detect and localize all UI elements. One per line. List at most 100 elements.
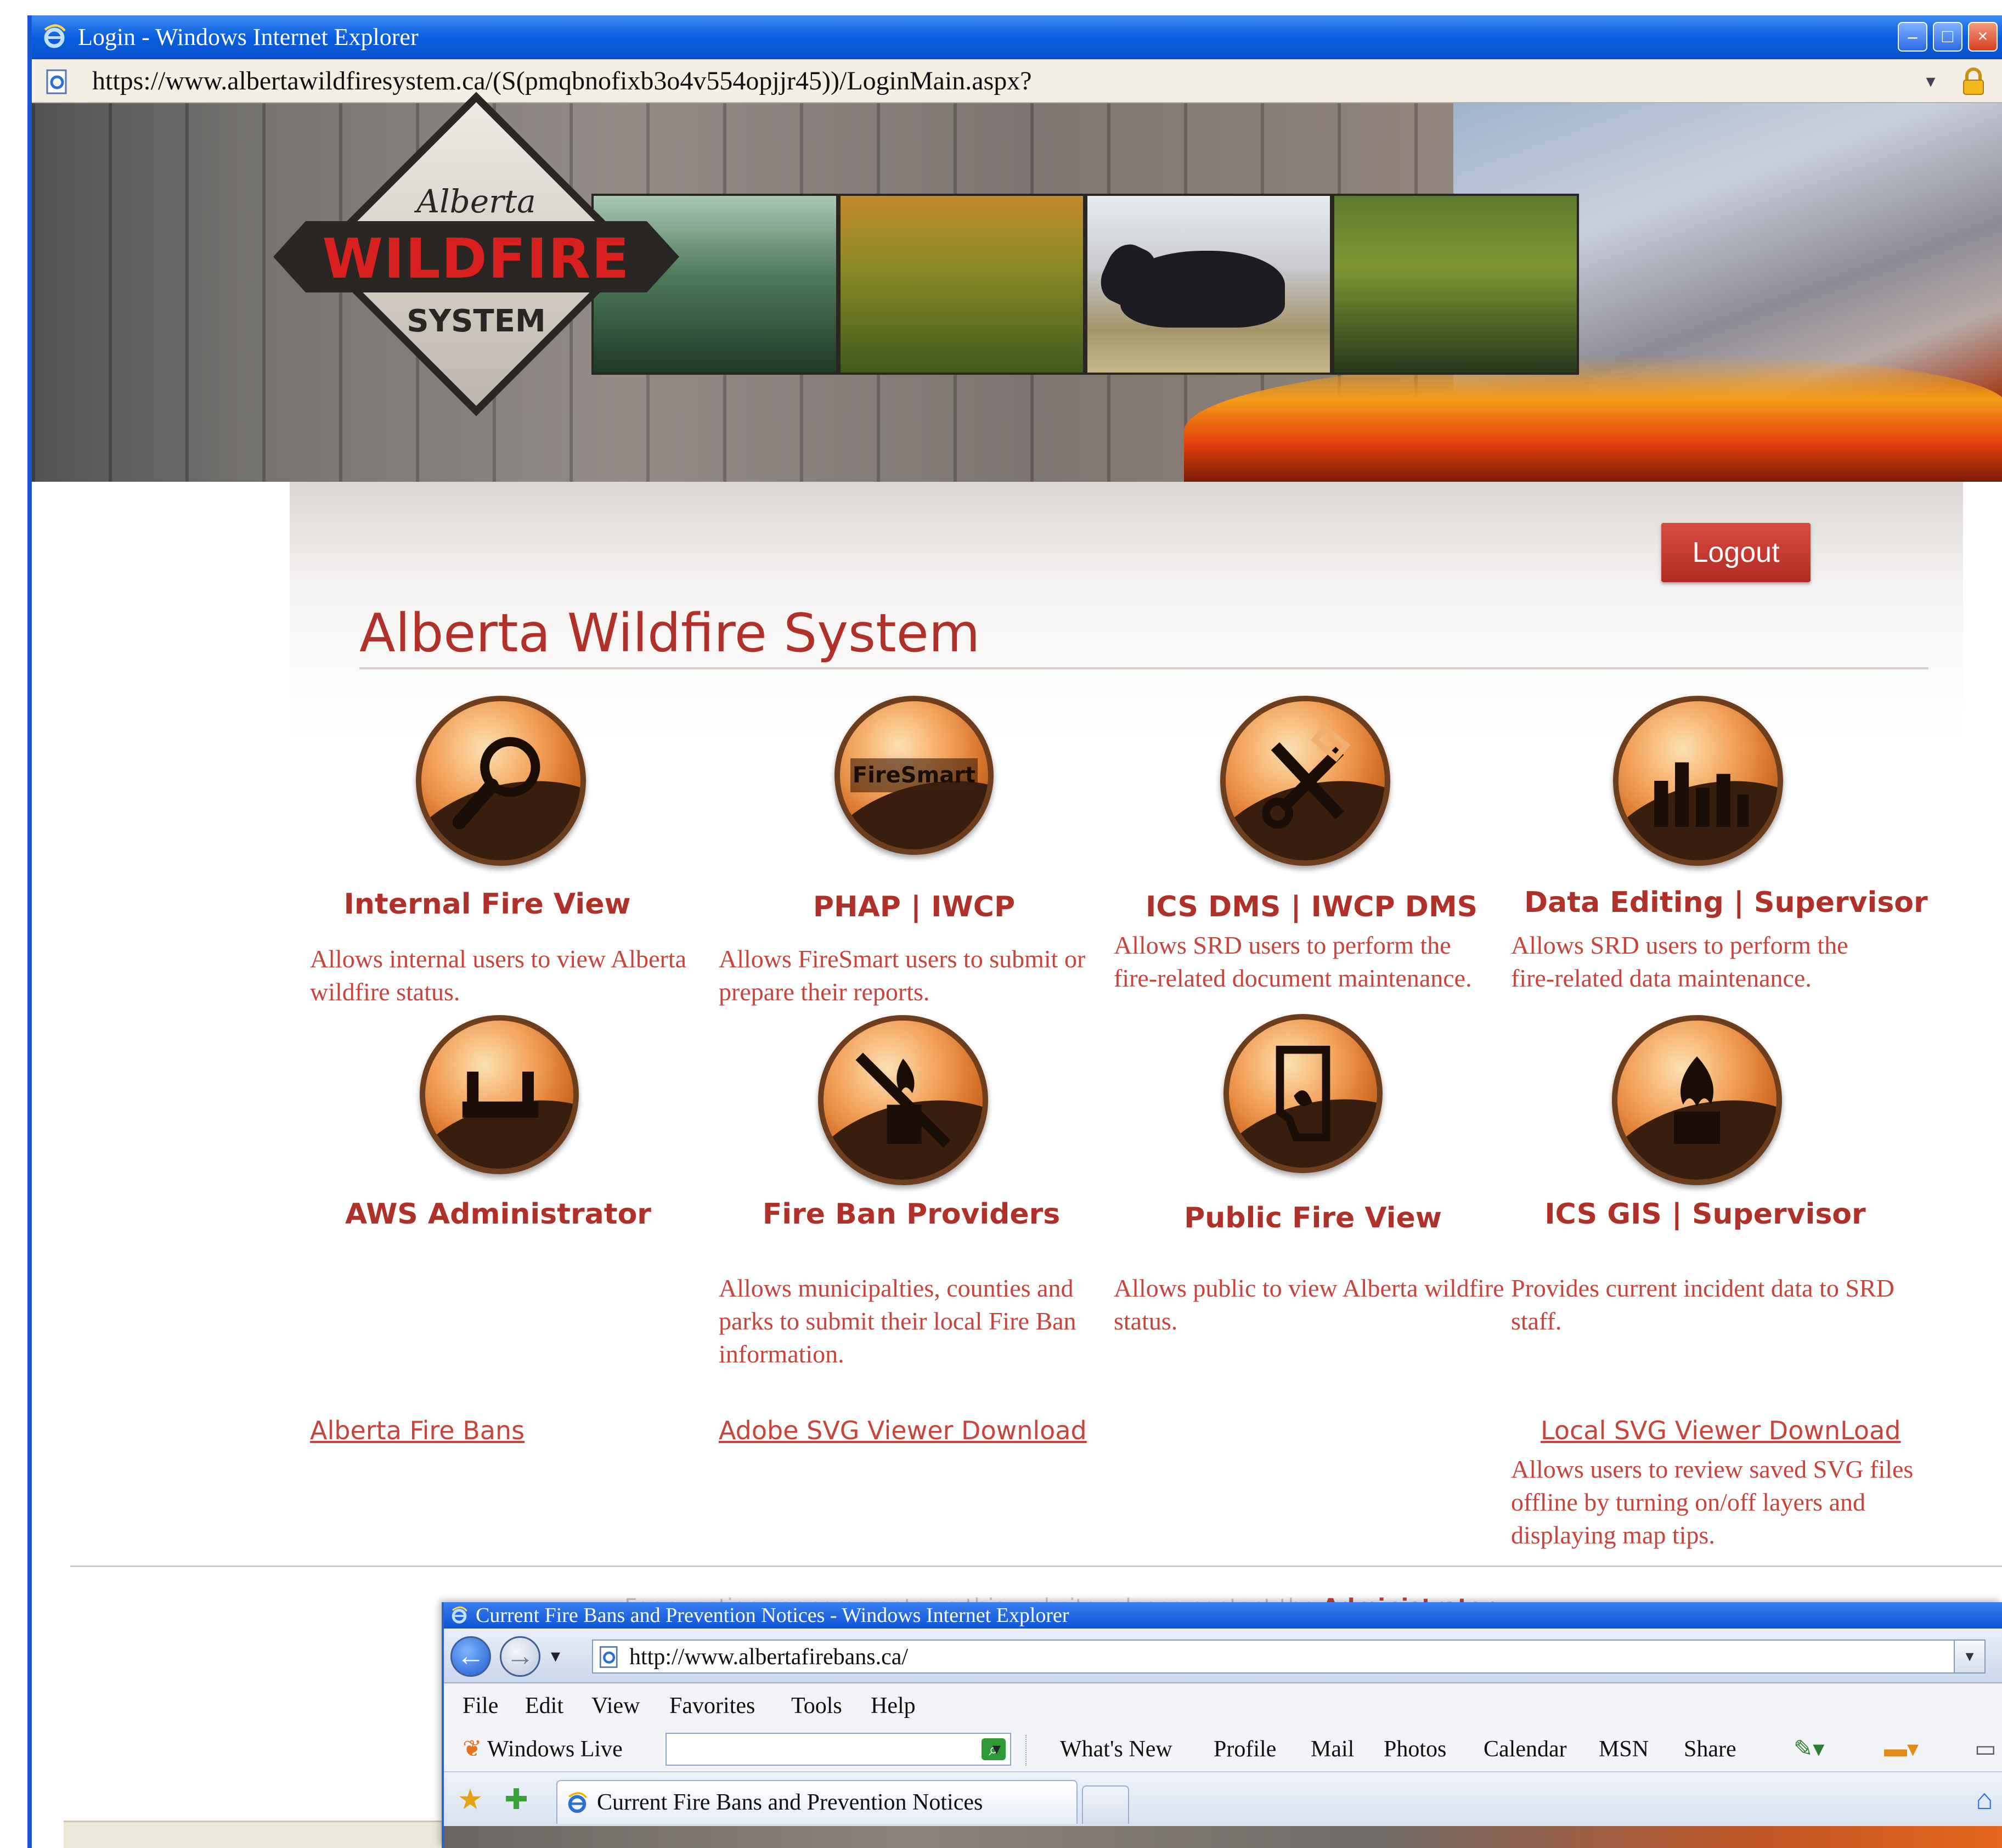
ie-icon: [568, 1792, 588, 1813]
home-icon[interactable]: ⌂: [1969, 1784, 2000, 1815]
page-icon: [599, 1646, 618, 1668]
login-window-titlebar[interactable]: Login - Windows Internet Explorer – □ ×: [32, 15, 2002, 59]
navigation-bar: ← → ▾ http://www.albertafirebans.ca/ ▾: [444, 1629, 2002, 1683]
local-svg-viewer-link[interactable]: Local SVG Viewer DownLoad: [1541, 1416, 1901, 1445]
address-dropdown-icon[interactable]: ▾: [1954, 1641, 1984, 1672]
tile-desc-ics-gis: Provides current incident data to SRD st…: [1511, 1274, 1894, 1335]
tools-icon: [1262, 723, 1351, 829]
address-url[interactable]: http://www.albertafirebans.ca/: [629, 1641, 908, 1674]
live-link-photos[interactable]: Photos: [1384, 1727, 1446, 1771]
menu-view[interactable]: View: [591, 1684, 640, 1727]
moose-photo: [1085, 194, 1332, 375]
minimize-button[interactable]: –: [1898, 22, 1927, 52]
fire-bans-window-title: Current Fire Bans and Prevention Notices…: [476, 1604, 1069, 1627]
fire-ban-providers-button[interactable]: [818, 1015, 988, 1185]
back-button[interactable]: ←: [450, 1636, 491, 1677]
live-link-calendar[interactable]: Calendar: [1484, 1727, 1567, 1771]
live-search-dropdown-icon[interactable]: ▾: [992, 1727, 1001, 1771]
admin-icon: [462, 1072, 539, 1118]
page-icon: [46, 69, 67, 94]
tile-desc-phap-iwcp: Allows FireSmart users to submit or prep…: [719, 945, 1086, 1006]
fire-bans-window-titlebar[interactable]: Current Fire Bans and Prevention Notices…: [444, 1602, 2002, 1629]
add-favorites-icon[interactable]: ✚: [501, 1784, 532, 1815]
wildfire-system-logo: Alberta WILDFIRE SYSTEM: [273, 92, 679, 463]
aws-administrator-button[interactable]: [420, 1015, 579, 1174]
title-divider: [359, 667, 1928, 669]
fire-icon: [1674, 1056, 1720, 1144]
maximize-button[interactable]: □: [1933, 22, 1962, 52]
login-window-title: Login - Windows Internet Explorer: [78, 24, 419, 50]
menu-help[interactable]: Help: [871, 1684, 916, 1727]
phap-iwcp-button[interactable]: FireSmart: [834, 696, 994, 855]
forward-button[interactable]: →: [500, 1636, 540, 1677]
ics-gis-button[interactable]: [1612, 1015, 1782, 1185]
tile-desc-fire-ban-providers: Allows municipalties, counties and parks…: [719, 1274, 1076, 1368]
address-bar[interactable]: https://www.albertawildfiresystem.ca/(S(…: [32, 59, 2002, 103]
tile-title-internal-fire-view[interactable]: Internal Fire View: [323, 888, 652, 921]
logout-button[interactable]: Logout: [1661, 523, 1811, 582]
page-title: Alberta Wildfire System: [359, 602, 980, 664]
page-content-preview: [444, 1826, 2002, 1848]
live-link-msn[interactable]: MSN: [1599, 1727, 1649, 1771]
autumn-forest-photo: [838, 194, 1085, 375]
live-link-mail[interactable]: Mail: [1311, 1727, 1354, 1771]
more-tools-icon[interactable]: ▭: [1975, 1727, 1997, 1771]
logo-wildfire: WILDFIRE: [322, 227, 630, 291]
menu-bar: File Edit View Favorites Tools Help: [444, 1684, 2002, 1727]
menu-tools[interactable]: Tools: [791, 1684, 842, 1727]
tile-title-ics-gis[interactable]: ICS GIS | Supervisor: [1513, 1198, 1897, 1231]
feeds-icon[interactable]: ✎▾: [1794, 1727, 1824, 1771]
fire-ban-icon: [855, 1052, 951, 1148]
live-search-input[interactable]: ⌕: [666, 1733, 1011, 1766]
live-link-profile[interactable]: Profile: [1214, 1727, 1276, 1771]
toolbar-separator: [1025, 1735, 1027, 1766]
tile-desc-internal-fire-view: Allows internal users to view Alberta wi…: [310, 945, 687, 1006]
windows-live-icon: ❦: [463, 1737, 482, 1762]
tile-title-data-editing[interactable]: Data Editing | Supervisor: [1524, 886, 1928, 919]
tile-title-fire-ban-providers[interactable]: Fire Ban Providers: [736, 1198, 1087, 1231]
address-bar[interactable]: http://www.albertafirebans.ca/ ▾: [592, 1639, 1986, 1674]
menu-favorites[interactable]: Favorites: [669, 1684, 755, 1727]
address-dropdown-icon[interactable]: ▾: [1914, 68, 1947, 95]
fire-bans-window: Current Fire Bans and Prevention Notices…: [442, 1602, 2002, 1848]
windows-live-brand[interactable]: ❦ Windows Live: [463, 1727, 623, 1771]
menu-file[interactable]: File: [463, 1684, 498, 1727]
adobe-svg-viewer-link[interactable]: Adobe SVG Viewer Download: [719, 1416, 1087, 1445]
tile-title-ics-dms[interactable]: ICS DMS | IWCP DMS: [1146, 891, 1477, 923]
tab-title: Current Fire Bans and Prevention Notices: [597, 1790, 983, 1815]
green-forest-photo: [1332, 194, 1579, 375]
lock-icon[interactable]: [1958, 66, 1989, 97]
footer-divider: [70, 1565, 2002, 1567]
favorites-star-icon[interactable]: ★: [455, 1784, 486, 1815]
tile-title-aws-administrator[interactable]: AWS Administrator: [323, 1198, 674, 1231]
ie-icon: [452, 1606, 467, 1624]
bar-chart-icon: [1654, 762, 1749, 827]
tile-desc-public-fire-view: Allows public to view Alberta wildfire s…: [1114, 1274, 1504, 1335]
tile-title-phap-iwcp[interactable]: PHAP | IWCP: [749, 891, 1079, 923]
tab-current-fire-bans[interactable]: Current Fire Bans and Prevention Notices: [556, 1780, 1078, 1824]
tile-desc-ics-dms: Allows SRD users to perform the fire-rel…: [1114, 931, 1472, 992]
address-url[interactable]: https://www.albertawildfiresystem.ca/(S(…: [92, 66, 1032, 95]
live-link-share[interactable]: Share: [1684, 1727, 1736, 1771]
magnifier-icon: [452, 737, 540, 830]
public-fire-view-button[interactable]: [1223, 1014, 1383, 1173]
data-editing-button[interactable]: [1613, 696, 1783, 866]
live-link-whats-new[interactable]: What's New: [1060, 1727, 1172, 1771]
highlight-icon[interactable]: ▬▾: [1884, 1727, 1919, 1771]
new-tab-button[interactable]: [1082, 1785, 1129, 1824]
firesmart-icon: FireSmart: [850, 758, 978, 792]
ics-dms-button[interactable]: [1220, 696, 1390, 866]
logo-alberta: Alberta: [416, 183, 536, 220]
status-bar: [64, 1821, 481, 1848]
alberta-fire-bans-link[interactable]: Alberta Fire Bans: [310, 1416, 525, 1445]
logo-system: SYSTEM: [407, 303, 546, 339]
close-button[interactable]: ×: [1968, 22, 1998, 52]
windows-live-label: Windows Live: [487, 1737, 623, 1762]
tile-title-public-fire-view[interactable]: Public Fire View: [1137, 1202, 1488, 1235]
windows-live-toolbar: ❦ Windows Live ⌕ ▾ What's New Profile Ma…: [444, 1727, 2002, 1771]
menu-edit[interactable]: Edit: [525, 1684, 563, 1727]
internal-fire-view-button[interactable]: [416, 696, 586, 866]
tab-bar: ★ ✚ Current Fire Bans and Prevention Not…: [444, 1771, 2002, 1826]
local-svg-viewer-desc: Allows users to review saved SVG files o…: [1511, 1455, 1914, 1549]
history-dropdown-icon[interactable]: ▾: [551, 1645, 560, 1667]
